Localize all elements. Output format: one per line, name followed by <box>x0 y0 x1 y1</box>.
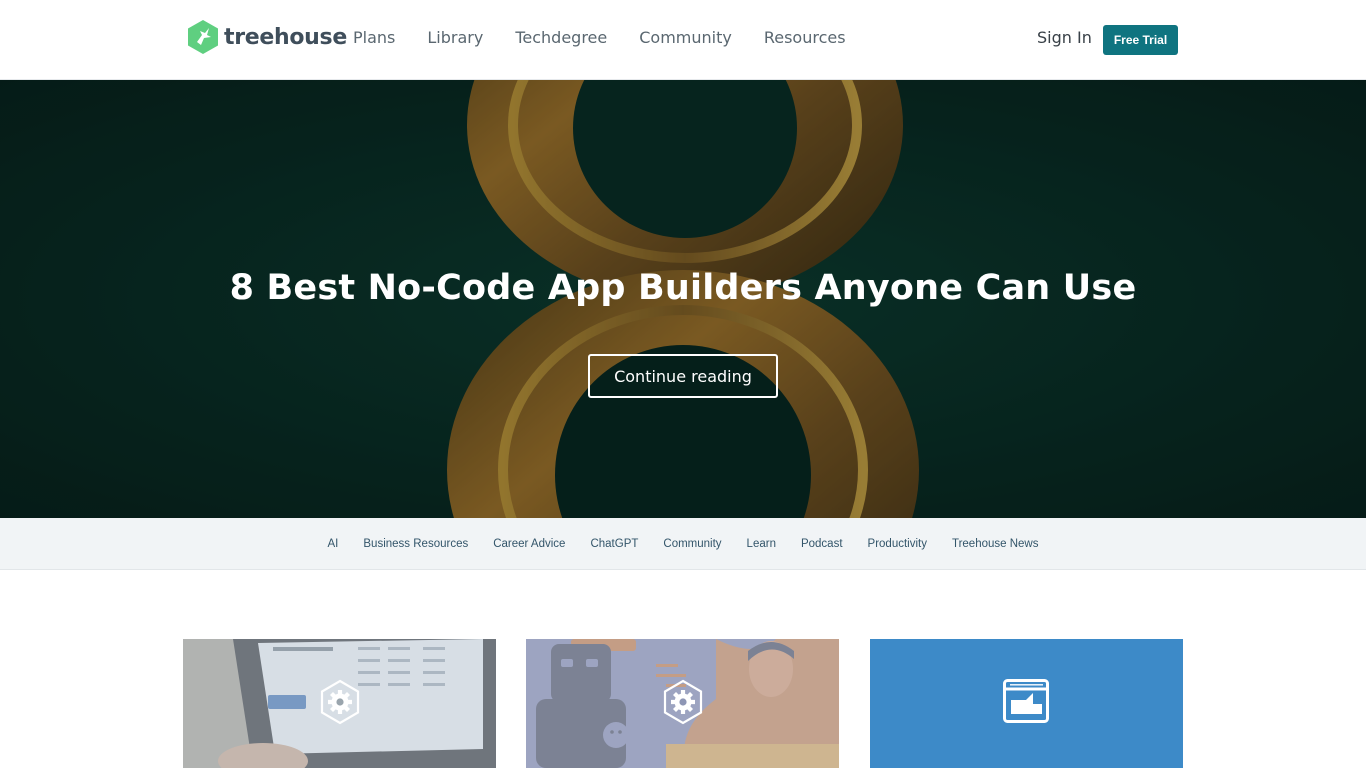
site-header: treehouse Plans Library Techdegree Commu… <box>0 0 1366 80</box>
article-icon <box>1003 679 1049 723</box>
hero-banner: 8 Best No-Code App Builders Anyone Can U… <box>0 80 1366 518</box>
category-chatgpt[interactable]: ChatGPT <box>590 538 638 550</box>
gear-icon <box>663 679 703 725</box>
nav-community[interactable]: Community <box>639 27 732 49</box>
gear-icon <box>320 679 360 725</box>
article-card-3[interactable] <box>870 639 1183 768</box>
treehouse-logo[interactable]: treehouse <box>188 20 347 54</box>
treehouse-logo-icon <box>188 20 218 54</box>
category-community[interactable]: Community <box>663 538 721 550</box>
nav-plans[interactable]: Plans <box>353 27 395 49</box>
continue-reading-button[interactable]: Continue reading <box>588 354 778 398</box>
category-productivity[interactable]: Productivity <box>868 538 927 550</box>
category-treehouse-news[interactable]: Treehouse News <box>952 538 1039 550</box>
category-learn[interactable]: Learn <box>747 538 776 550</box>
sign-in-link[interactable]: Sign In <box>1037 27 1092 49</box>
category-podcast[interactable]: Podcast <box>801 538 843 550</box>
category-ai[interactable]: AI <box>328 538 339 550</box>
hero-title: 8 Best No-Code App Builders Anyone Can U… <box>229 268 1137 308</box>
main-nav: Plans Library Techdegree Community Resou… <box>353 27 878 49</box>
free-trial-button[interactable]: Free Trial <box>1103 25 1178 55</box>
nav-resources[interactable]: Resources <box>764 27 846 49</box>
article-card-2[interactable] <box>526 639 839 768</box>
category-business-resources[interactable]: Business Resources <box>363 538 468 550</box>
category-nav: AI Business Resources Career Advice Chat… <box>0 518 1366 570</box>
article-card-1[interactable] <box>183 639 496 768</box>
nav-library[interactable]: Library <box>427 27 483 49</box>
nav-techdegree[interactable]: Techdegree <box>515 27 607 49</box>
category-career-advice[interactable]: Career Advice <box>493 538 565 550</box>
logo-wordmark: treehouse <box>224 24 347 50</box>
